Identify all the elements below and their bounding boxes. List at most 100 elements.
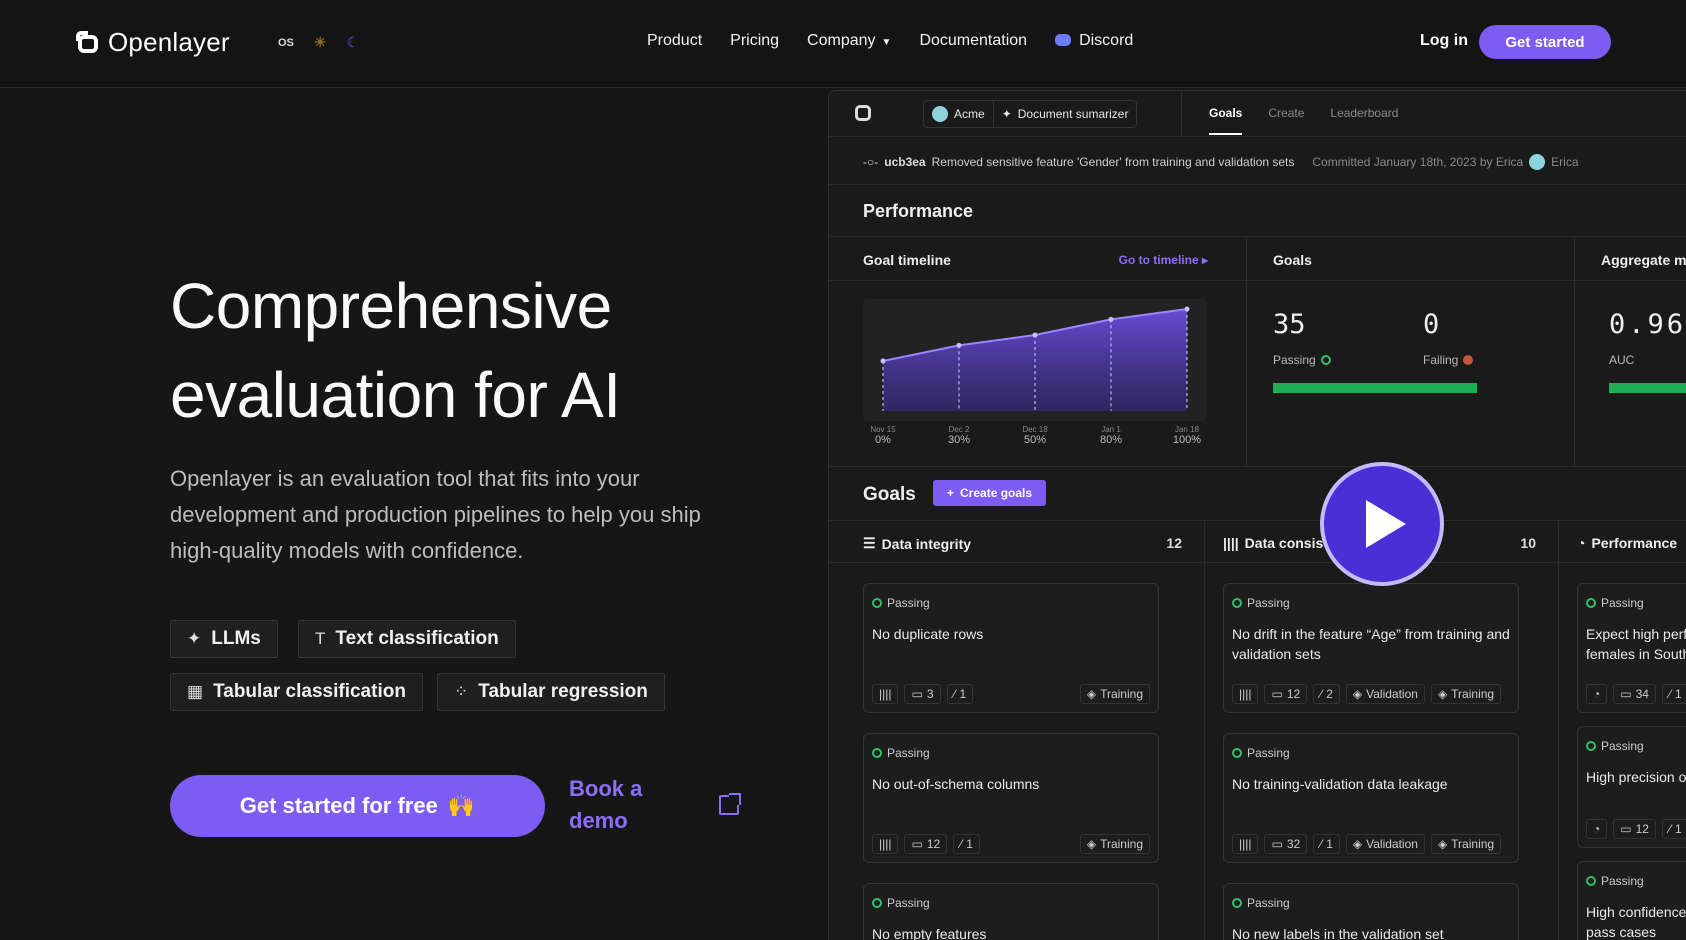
comments-count: 32: [1286, 837, 1301, 851]
login-link[interactable]: Log in: [1420, 32, 1468, 50]
dataset-tag[interactable]: ◈ Training: [1079, 834, 1150, 854]
tag-tabular-regression[interactable]: ⁘ Tabular regression: [437, 673, 665, 711]
goal-title: No empty features: [872, 926, 987, 940]
dataset-tag-label: Training: [1451, 837, 1495, 851]
passing-label: Passing: [1273, 353, 1331, 367]
dataset-tag[interactable]: ◈ Validation: [1345, 834, 1425, 854]
passing-count: 35: [1273, 309, 1306, 340]
comments-chip[interactable]: ▭ 12: [1264, 684, 1308, 704]
book-demo-link[interactable]: Book a demo: [569, 773, 679, 837]
comments-chip[interactable]: ▭ 3: [904, 684, 941, 704]
goal-card[interactable]: Passing No new labels in the validation …: [1223, 883, 1519, 940]
theme-os-option[interactable]: OS: [278, 37, 294, 49]
performance-title: Performance: [863, 201, 974, 221]
tab-create[interactable]: Create: [1268, 106, 1304, 120]
nav-links: Product Pricing Company ▼ Documentation D…: [647, 32, 1133, 50]
comments-chip[interactable]: ▭ 12: [1613, 819, 1656, 839]
commit-bar: -○- ucb3ea Removed sensitive feature 'Ge…: [829, 137, 1686, 185]
goal-card[interactable]: Passing No training-validation data leak…: [1223, 733, 1519, 863]
nav-link-company[interactable]: Company ▼: [807, 32, 891, 50]
chart-point[interactable]: [1108, 316, 1114, 322]
passing-progress-bar: [1273, 383, 1477, 393]
nav-link-discord[interactable]: Discord: [1055, 32, 1133, 50]
go-to-timeline-link[interactable]: Go to timeline ▸: [1119, 253, 1208, 267]
aggregate-progress-bar: [1609, 383, 1686, 393]
comments-chip[interactable]: ▭ 12: [904, 834, 948, 854]
chart-point[interactable]: [880, 358, 886, 364]
commit-hash[interactable]: ucb3ea: [884, 155, 925, 169]
openlayer-logo-icon[interactable]: [855, 105, 871, 121]
dataset-tag[interactable]: ◈ Training: [1430, 684, 1502, 704]
goal-status: Passing: [1601, 739, 1644, 753]
dataset-tag[interactable]: ◈ Training: [1430, 834, 1502, 854]
bars-icon: ||||: [1232, 684, 1259, 704]
passing-label-text: Passing: [1273, 353, 1316, 367]
tab-goals[interactable]: Goals: [1209, 106, 1243, 135]
create-goals-button[interactable]: + Create goals: [933, 480, 1047, 506]
goal-card[interactable]: Passing Expect high perfor females in So…: [1577, 583, 1686, 713]
tag-text-classification[interactable]: T Text classification: [298, 620, 516, 658]
tests-chip[interactable]: ⁄ 2: [1313, 684, 1340, 704]
comment-icon: ▭: [1271, 837, 1283, 851]
chart-point[interactable]: [956, 342, 962, 348]
goal-card[interactable]: Passing No empty features: [863, 883, 1159, 940]
column-title: Data integrity: [881, 535, 972, 552]
nav-link-pricing[interactable]: Pricing: [730, 32, 779, 50]
tab-leaderboard[interactable]: Leaderboard: [1330, 106, 1398, 120]
goal-card[interactable]: Passing High confidence a pass cases: [1577, 861, 1686, 940]
get-started-free-button[interactable]: Get started for free 🙌: [170, 775, 545, 837]
caret-right-icon: ▸: [1201, 253, 1208, 267]
nav-link-product[interactable]: Product: [647, 32, 702, 50]
commit-icon: -○-: [863, 155, 879, 169]
comments-chip[interactable]: ▭ 32: [1264, 834, 1308, 854]
tick-date: Jan 1: [1101, 425, 1121, 434]
goal-timeline-panel: Goal timeline Go to timeline ▸ Nov 15 0% D…: [829, 237, 1247, 467]
gauge-icon: ◔: [1586, 819, 1608, 839]
goal-status: Passing: [1247, 896, 1290, 910]
dataset-tag[interactable]: ◈ Training: [1079, 684, 1150, 704]
get-started-button[interactable]: Get started: [1479, 25, 1611, 59]
external-link-icon[interactable]: [719, 793, 741, 815]
goal-status: Passing: [1601, 874, 1644, 888]
column-count: 10: [1520, 535, 1536, 551]
layers-icon: ◈: [1352, 837, 1363, 851]
play-video-button[interactable]: [1320, 462, 1444, 586]
goal-card[interactable]: Passing High precision on ◔ ▭ 12 ⁄ 1: [1577, 726, 1686, 848]
chart-tick-label: Nov 15 0%: [863, 425, 903, 446]
tests-chip[interactable]: ⁄ 1: [953, 834, 980, 854]
brand-logo[interactable]: Openlayer: [76, 27, 230, 58]
tick-date: Nov 15: [870, 425, 896, 434]
dashboard-topbar: Acme ✦ Document sumarizer Goals Create Le…: [829, 91, 1686, 137]
goal-card[interactable]: Passing No drift in the feature “Age” fr…: [1223, 583, 1519, 713]
goal-card[interactable]: Passing No duplicate rows |||| ▭ 3 ⁄ 1 ◈ Tr…: [863, 583, 1159, 713]
comments-chip[interactable]: ▭ 34: [1613, 684, 1656, 704]
breadcrumb-org[interactable]: Acme: [924, 101, 993, 127]
tick-date: Dec 18: [1022, 425, 1048, 434]
tests-chip[interactable]: ⁄ 1: [946, 684, 974, 704]
comments-count: 12: [1635, 822, 1649, 836]
chart-point[interactable]: [1032, 332, 1038, 338]
moon-icon[interactable]: ☾: [346, 34, 359, 51]
tag-llms[interactable]: ✦ LLMs: [170, 620, 278, 658]
dashboard-tabs: Goals Create Leaderboard: [1209, 106, 1398, 135]
tests-count: 1: [966, 837, 973, 851]
sparkle-icon: ✦: [187, 629, 202, 648]
passing-status-icon: [872, 898, 882, 908]
tests-chip[interactable]: ⁄ 1: [1661, 819, 1686, 839]
chart-tick-label: Jan 18 100%: [1167, 425, 1207, 446]
tests-chip[interactable]: ⁄ 1: [1313, 834, 1340, 854]
chart-point[interactable]: [1184, 306, 1190, 312]
dataset-tag[interactable]: ◈ Validation: [1345, 684, 1425, 704]
create-goals-label: Create goals: [960, 486, 1033, 500]
sun-icon[interactable]: ☀: [314, 34, 327, 51]
tests-chip[interactable]: ⁄ 1: [1661, 684, 1686, 704]
tag-tabular-classification[interactable]: ▦ Tabular classification: [170, 673, 423, 711]
goal-title: No training-validation data leakage: [1232, 776, 1448, 792]
gauge-icon: ◔: [1577, 535, 1586, 551]
nav-link-documentation[interactable]: Documentation: [919, 32, 1027, 50]
goal-timeline-chart: [863, 299, 1207, 421]
tick-date: Jan 18: [1174, 425, 1200, 434]
goal-title: No drift in the feature “Age” from train…: [1232, 626, 1510, 662]
breadcrumb-project[interactable]: ✦ Document sumarizer: [992, 101, 1137, 127]
goal-card[interactable]: Passing No out-of-schema columns |||| ▭ 1…: [863, 733, 1159, 863]
